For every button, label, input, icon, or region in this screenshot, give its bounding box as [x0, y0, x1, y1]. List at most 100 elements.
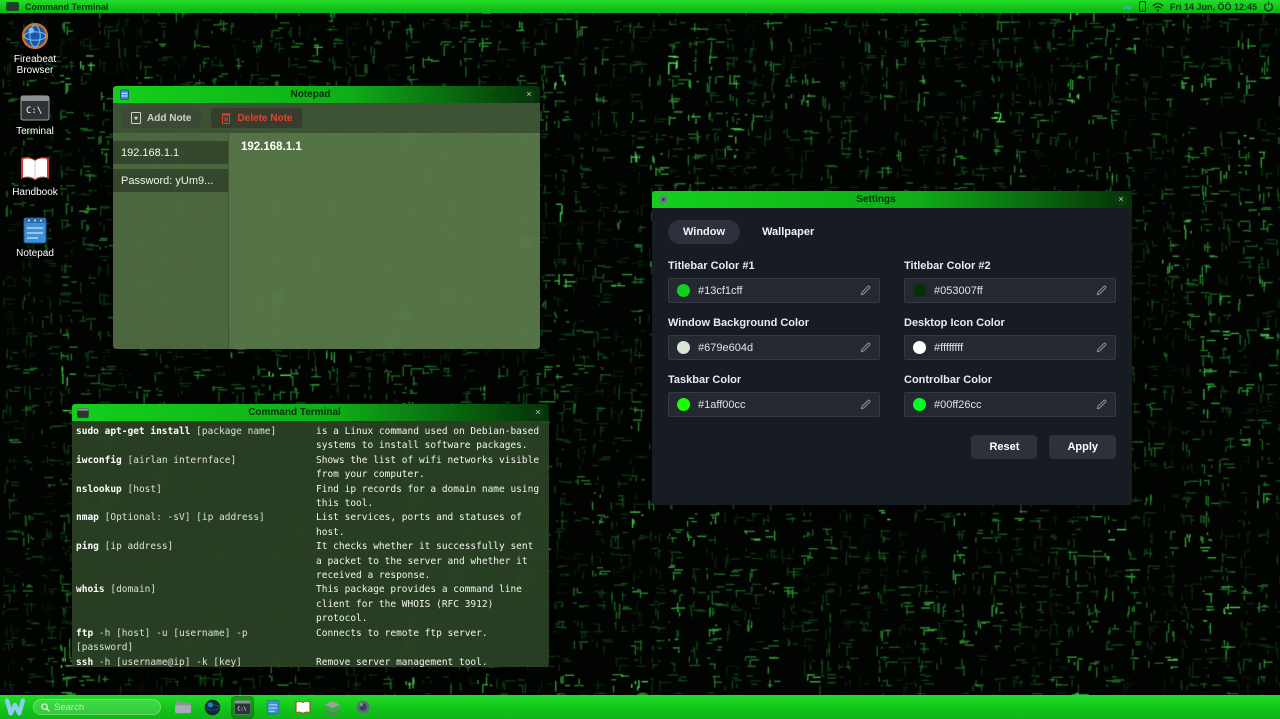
taskbar-settings-icon[interactable] [352, 697, 373, 718]
desktop-icon-label: Notepad [16, 248, 54, 259]
command-text: whois [76, 584, 105, 595]
desktop-icon-column: Fireabeat Browser C:\ Terminal Handbook … [4, 20, 66, 259]
terminal-titlebar[interactable]: Command Terminal × [72, 404, 549, 421]
command-text: nslookup [76, 484, 122, 495]
taskbar-layers-icon[interactable] [322, 697, 343, 718]
add-note-button[interactable]: Add Note [121, 108, 201, 128]
network-icon[interactable] [1121, 2, 1133, 12]
taskbar-browser-icon[interactable] [202, 697, 223, 718]
command-description: is a Linux command used on Debian-based … [316, 425, 543, 454]
color-swatch [913, 398, 926, 411]
desktop-icon-handbook[interactable]: Handbook [4, 153, 66, 198]
terminal-row: ftp -h [host] -u [username] -p [password… [76, 627, 543, 656]
settings-titlebar[interactable]: Settings × [652, 191, 1132, 208]
close-icon[interactable]: × [1115, 194, 1127, 206]
handbook-icon [19, 153, 51, 185]
edit-icon[interactable] [1096, 399, 1107, 410]
notepad-body: Add Note Delete Note 192.168.1.1 Passwor… [113, 103, 540, 349]
maximize-icon[interactable] [1099, 197, 1108, 203]
terminal-output[interactable]: sudo apt-get install [package name] is a… [72, 421, 549, 667]
note-list-item[interactable]: 192.168.1.1 [113, 141, 228, 164]
color-value: #ffffffff [934, 342, 1088, 354]
power-icon[interactable] [1263, 1, 1274, 12]
maximize-icon[interactable] [516, 410, 525, 416]
command-args: [host] [128, 484, 162, 495]
terminal-icon [6, 2, 19, 11]
field-titlebar-color-2: Titlebar Color #2 #053007ff [904, 260, 1116, 303]
notepad-window-title: Notepad [130, 89, 491, 100]
command-args: -h [host] -u [username] -p [password] [76, 628, 248, 653]
note-list-item[interactable]: Password: yUm9... [113, 169, 228, 192]
field-controlbar-color: Controlbar Color #00ff26cc [904, 374, 1116, 417]
svg-text:C:\: C:\ [237, 706, 246, 712]
color-value: #00ff26cc [934, 399, 1088, 411]
note-content-area[interactable]: 192.168.1.1 [229, 133, 540, 349]
search-input[interactable] [54, 702, 144, 713]
desktop-icon-label: Handbook [12, 187, 58, 198]
color-value: #1aff00cc [698, 399, 852, 411]
notepad-titlebar[interactable]: Notepad × [113, 86, 540, 103]
browser-globe-icon [19, 20, 51, 52]
maximize-icon[interactable] [507, 92, 516, 98]
search-icon [41, 703, 50, 712]
desktop-icon-browser[interactable]: Fireabeat Browser [4, 20, 66, 76]
desktop-icon-terminal[interactable]: C:\ Terminal [4, 92, 66, 137]
wifi-icon[interactable] [1152, 2, 1164, 12]
desktop-icon-label: Terminal [16, 126, 54, 137]
phone-icon[interactable] [1139, 1, 1146, 12]
terminal-row: nmap [Optional: -sV] [ip address] List s… [76, 511, 543, 540]
clock[interactable]: Fri 14 Jun, ÖÖ 12:45 [1170, 2, 1257, 12]
terminal-row: iwconfig [airlan internface] Shows the l… [76, 454, 543, 483]
command-args: [Optional: -sV] [ip address] [105, 512, 265, 523]
color-value: #053007ff [934, 285, 1088, 297]
color-input[interactable]: #679e604d [668, 335, 880, 360]
controlbar: Command Terminal Fri 14 Jun, ÖÖ 12:45 [0, 0, 1280, 13]
desktop-icon-label: Fireabeat Browser [4, 54, 66, 76]
edit-icon[interactable] [1096, 285, 1107, 296]
close-icon[interactable]: × [523, 89, 535, 101]
edit-icon[interactable] [860, 285, 871, 296]
taskbar-terminal-icon[interactable]: C:\ [232, 697, 253, 718]
command-text: ftp [76, 628, 93, 639]
color-input[interactable]: #13cf1cff [668, 278, 880, 303]
command-args: [domain] [110, 584, 156, 595]
minimize-icon[interactable] [500, 410, 509, 416]
edit-icon[interactable] [860, 342, 871, 353]
terminal-window: Command Terminal × sudo apt-get install … [72, 404, 549, 667]
terminal-row: whois [domain] This package provides a c… [76, 583, 543, 626]
taskbar: C:\ [0, 695, 1280, 719]
taskbar-notepad-icon[interactable] [262, 697, 283, 718]
start-menu-icon[interactable] [5, 698, 25, 716]
taskbar-search[interactable] [33, 699, 161, 715]
field-desktop-icon-color: Desktop Icon Color #ffffffff [904, 317, 1116, 360]
terminal-window-title: Command Terminal [89, 407, 500, 418]
settings-body: Window Wallpaper Titlebar Color #1 #13cf… [652, 208, 1132, 505]
command-text: ping [76, 541, 99, 552]
color-input[interactable]: #ffffffff [904, 335, 1116, 360]
reset-button[interactable]: Reset [971, 435, 1037, 459]
field-label: Controlbar Color [904, 374, 1116, 386]
desktop-icon-notepad[interactable]: Notepad [4, 214, 66, 259]
tab-wallpaper[interactable]: Wallpaper [762, 226, 814, 238]
taskbar-handbook-icon[interactable] [292, 697, 313, 718]
field-taskbar-color: Taskbar Color #1aff00cc [668, 374, 880, 417]
edit-icon[interactable] [860, 399, 871, 410]
minimize-icon[interactable] [491, 92, 500, 98]
color-value: #679e604d [698, 342, 852, 354]
trash-icon [221, 112, 231, 124]
delete-note-button[interactable]: Delete Note [211, 108, 302, 128]
taskbar-files-icon[interactable] [172, 697, 193, 718]
color-input[interactable]: #00ff26cc [904, 392, 1116, 417]
terminal-row: ping [ip address] It checks whether it s… [76, 540, 543, 583]
tab-window[interactable]: Window [668, 220, 740, 244]
color-input[interactable]: #053007ff [904, 278, 1116, 303]
apply-button[interactable]: Apply [1049, 435, 1116, 459]
edit-icon[interactable] [1096, 342, 1107, 353]
minimize-icon[interactable] [1083, 197, 1092, 203]
command-text: iwconfig [76, 455, 122, 466]
delete-note-label: Delete Note [237, 113, 292, 124]
terminal-app-icon: C:\ [19, 92, 51, 124]
close-icon[interactable]: × [532, 407, 544, 419]
note-content-title: 192.168.1.1 [241, 141, 528, 153]
color-input[interactable]: #1aff00cc [668, 392, 880, 417]
